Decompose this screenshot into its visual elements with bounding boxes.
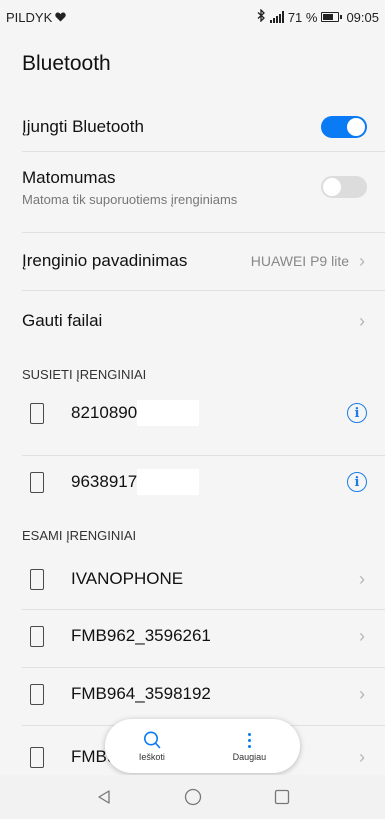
chevron-right-icon: › (359, 250, 365, 271)
recents-icon[interactable] (274, 789, 290, 805)
visibility-sublabel: Matoma tik suporuotiems įrenginiams (22, 191, 238, 207)
device-left: 9638917 (30, 469, 200, 495)
status-left: PILDYK (6, 10, 66, 25)
phone-icon (30, 683, 44, 705)
device-name-value: HUAWEI P9 lite (250, 253, 349, 269)
search-button[interactable]: Ieškoti (139, 730, 165, 762)
phone-icon (30, 402, 44, 424)
chevron-right-icon: › (359, 683, 365, 704)
device-left: IVANOPHONE (30, 568, 184, 590)
more-vertical-icon (247, 730, 251, 750)
visibility-label: Matomumas (22, 167, 116, 187)
received-files-label: Gauti failai (22, 311, 103, 330)
device-name: IVANOPHONE (71, 569, 184, 588)
chevron-right-icon: › (359, 310, 365, 331)
more-button[interactable]: Daugiau (232, 730, 267, 762)
device-name: 9638917 (71, 472, 138, 491)
visibility-text: Matomumas Matoma tik suporuotiems įrengi… (22, 168, 237, 207)
carrier-label: PILDYK (6, 9, 53, 25)
page-title: Bluetooth (22, 52, 111, 75)
visibility-row[interactable]: Matomumas Matoma tik suporuotiems įrengi… (0, 152, 385, 222)
available-device-row[interactable]: IVANOPHONE › (0, 553, 385, 605)
back-icon[interactable] (96, 789, 112, 805)
heart-icon (55, 10, 66, 25)
device-left: FMB964_3598192 (30, 683, 211, 705)
name-mask (137, 400, 200, 426)
signal-icon (269, 11, 284, 23)
phone-icon (30, 568, 44, 590)
enable-bluetooth-row[interactable]: Įjungti Bluetooth (0, 103, 385, 151)
received-files-row[interactable]: Gauti failai › (0, 291, 385, 351)
available-device-row[interactable]: FMB964_3598192 › (0, 668, 385, 720)
home-icon[interactable] (184, 788, 202, 806)
device-left: 8210890 (30, 400, 200, 426)
navigation-bar (0, 775, 385, 819)
clock: 09:05 (346, 9, 379, 25)
status-bar: PILDYK 71 % 09:05 (0, 0, 385, 34)
bluetooth-icon (257, 8, 266, 25)
device-name-label: Įrenginio pavadinimas (22, 251, 188, 270)
device-name-value-group: HUAWEI P9 lite › (251, 251, 367, 272)
paired-devices-header: SUSIETI ĮRENGINIAI (22, 367, 147, 382)
battery-text: 71 % (287, 9, 318, 25)
available-device-row[interactable]: FMB962_3596261 › (0, 610, 385, 662)
bluetooth-toggle[interactable] (321, 116, 367, 138)
search-label: Ieškoti (138, 752, 165, 762)
phone-icon (30, 471, 44, 493)
search-icon (143, 731, 161, 749)
enable-bluetooth-label: Įjungti Bluetooth (22, 117, 144, 136)
chevron-right-icon: › (359, 746, 365, 767)
device-name: 8210890 (71, 403, 138, 422)
device-name: FMB964_3598192 (71, 684, 211, 703)
device-name-row[interactable]: Įrenginio pavadinimas HUAWEI P9 lite › (0, 233, 385, 289)
status-right: 71 % 09:05 (257, 8, 379, 25)
available-devices-header: ESAMI ĮRENGINIAI (22, 528, 137, 543)
chevron-right-icon: › (359, 568, 365, 589)
device-name: FMB962_3596261 (71, 626, 211, 645)
more-label: Daugiau (232, 752, 267, 762)
paired-device-row[interactable]: 9638917 i (0, 456, 385, 508)
phone-icon (30, 625, 44, 647)
phone-icon (30, 746, 44, 768)
device-left: FMB9 (30, 746, 116, 768)
paired-device-row[interactable]: 8210890 i (0, 388, 385, 438)
floating-action-bar: Ieškoti Daugiau (105, 719, 300, 773)
battery-icon (321, 12, 343, 22)
info-icon[interactable]: i (347, 472, 367, 492)
name-mask (137, 469, 200, 495)
device-left: FMB962_3596261 (30, 625, 211, 647)
info-icon[interactable]: i (347, 403, 367, 423)
visibility-toggle[interactable] (321, 176, 367, 198)
chevron-right-icon: › (359, 625, 365, 646)
